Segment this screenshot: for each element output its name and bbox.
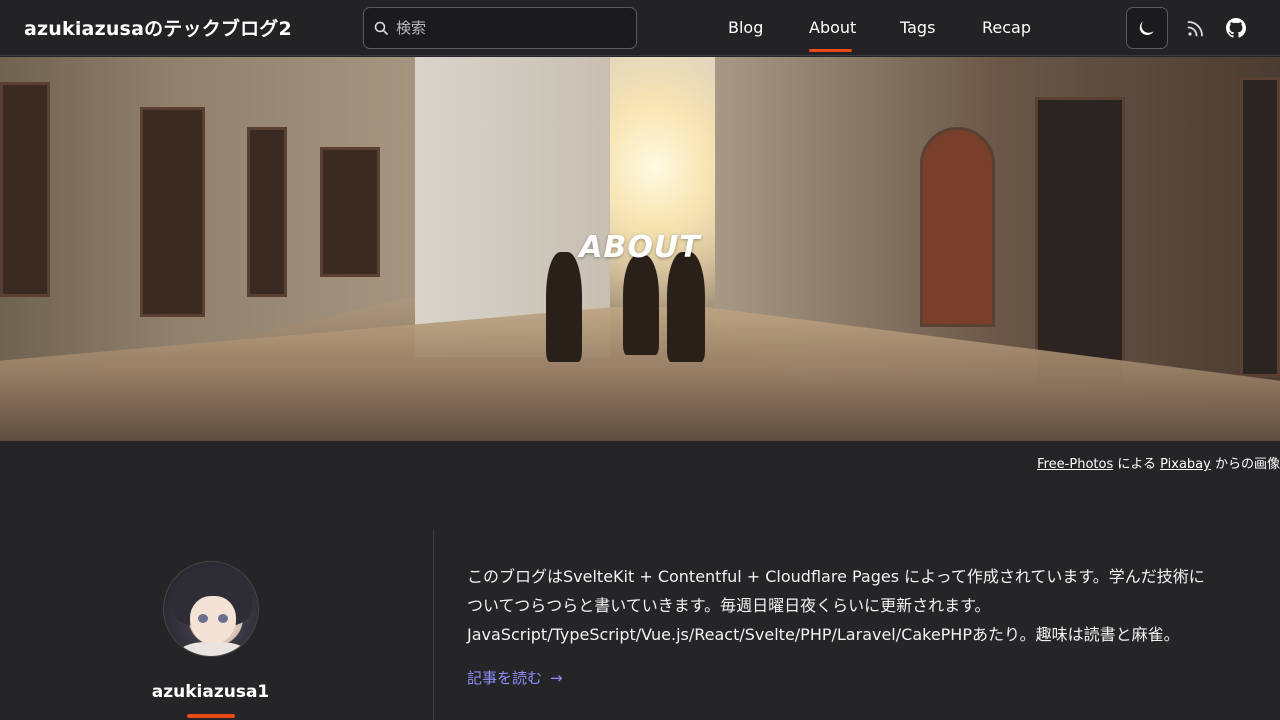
avatar-eye <box>218 614 228 623</box>
rss-icon[interactable] <box>1186 18 1206 38</box>
credit-suffix: からの画像 <box>1210 457 1280 472</box>
hero-person <box>667 252 705 362</box>
search-box[interactable] <box>363 7 637 49</box>
hero-window <box>140 107 205 317</box>
nav-recap[interactable]: Recap <box>982 18 1031 37</box>
search-icon <box>374 21 388 35</box>
credit-site-link[interactable]: Pixabay <box>1160 457 1211 472</box>
nav-about[interactable]: About <box>809 18 856 37</box>
nav-tags[interactable]: Tags <box>900 18 935 37</box>
image-credit: Free-Photos による Pixabay からの画像 <box>1037 453 1280 472</box>
bio-line: ついてつらつらと書いていきます。毎週日曜日夜くらいに更新されます。 <box>467 596 991 615</box>
site-header: azukiazusaのテックブログ2 Blog About Tags Recap <box>0 0 1280 56</box>
profile-divider <box>433 529 434 720</box>
avatar-body <box>178 642 248 656</box>
nav-active-indicator <box>809 49 852 52</box>
moon-icon <box>1139 21 1154 35</box>
avatar <box>163 561 259 657</box>
hero-person <box>623 255 659 355</box>
hero-image: ABOUT <box>0 57 1280 441</box>
username-underline <box>187 714 235 718</box>
theme-toggle-button[interactable] <box>1126 7 1168 49</box>
profile-username: azukiazusa1 <box>151 682 270 702</box>
profile-bio: このブログはSvelteKit + Contentful + Cloudflar… <box>467 562 1267 649</box>
arrow-right-icon: → <box>550 669 563 687</box>
avatar-eye <box>198 614 208 623</box>
credit-author-link[interactable]: Free-Photos <box>1037 457 1113 472</box>
read-articles-link[interactable]: 記事を読む → <box>467 667 563 688</box>
hero-arch <box>920 127 995 327</box>
hero-title: ABOUT <box>579 230 701 265</box>
credit-connector: による <box>1113 457 1161 472</box>
read-articles-label: 記事を読む <box>467 669 543 687</box>
hero-person <box>546 252 582 362</box>
avatar-face <box>190 596 236 644</box>
bio-line: このブログはSvelteKit + Contentful + Cloudflar… <box>467 567 1205 586</box>
hero-window <box>247 127 287 297</box>
site-title-link[interactable]: azukiazusaのテックブログ2 <box>24 14 292 41</box>
hero-window <box>1240 77 1280 377</box>
bio-line: JavaScript/TypeScript/Vue.js/React/Svelt… <box>467 625 1180 644</box>
nav-blog[interactable]: Blog <box>728 18 763 37</box>
search-input[interactable] <box>396 16 626 40</box>
github-icon[interactable] <box>1226 18 1246 38</box>
